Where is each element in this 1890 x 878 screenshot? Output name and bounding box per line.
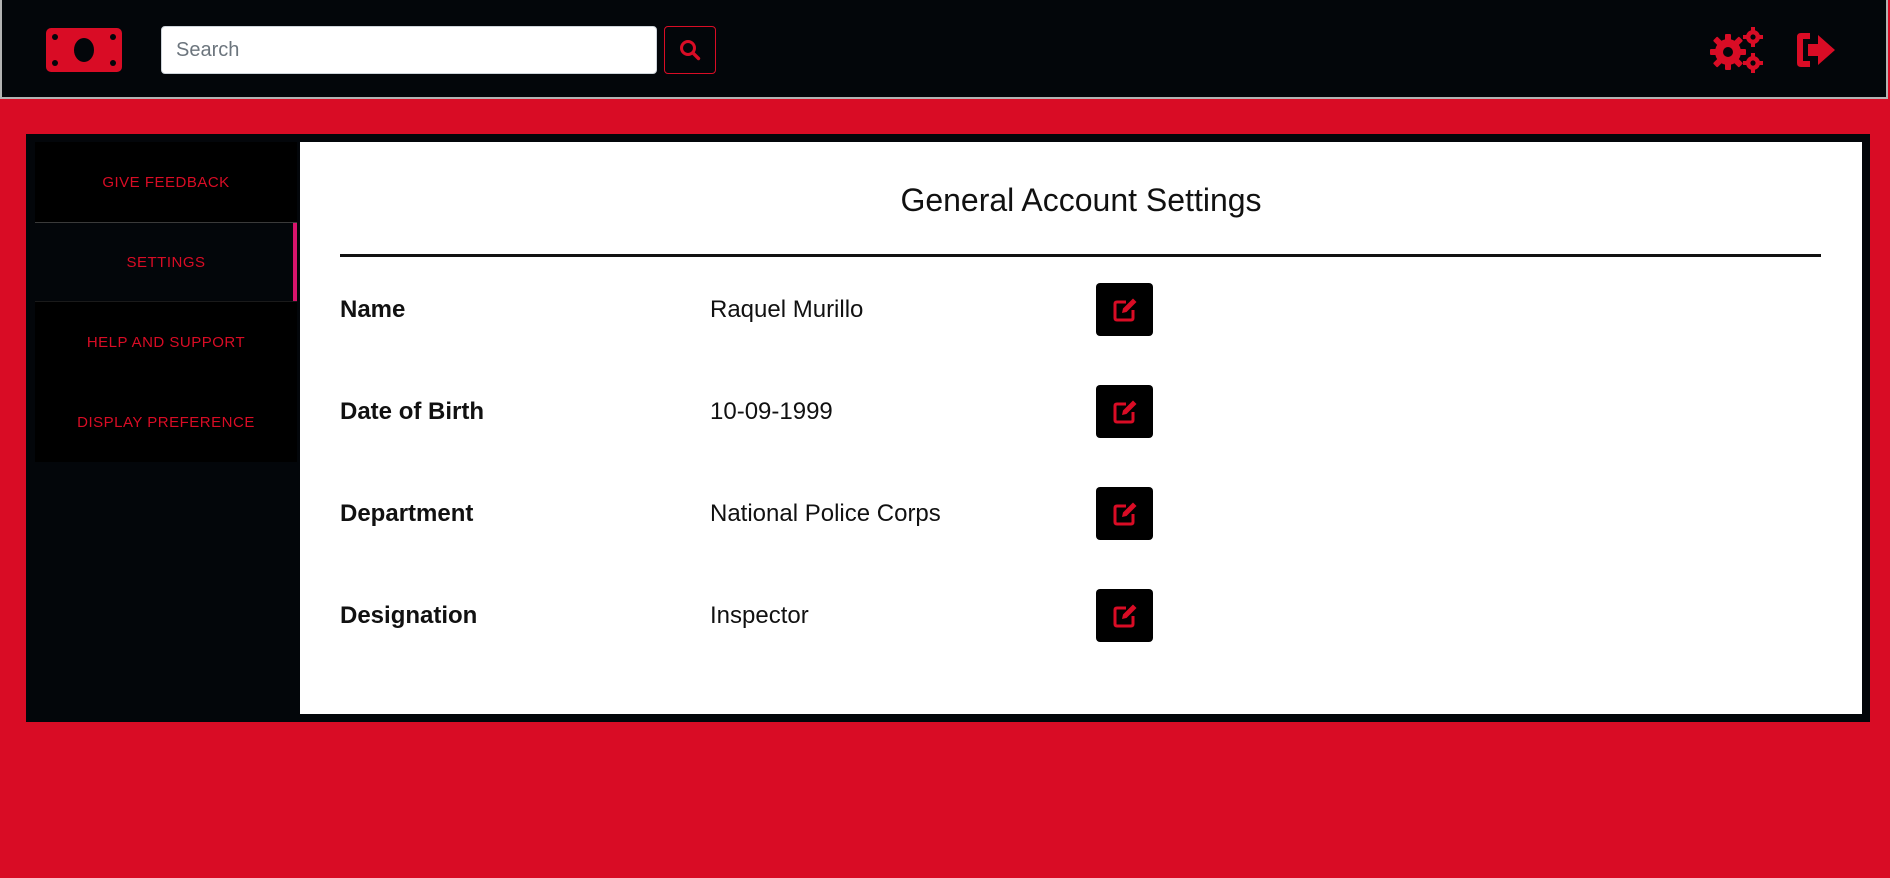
field-label: Name — [340, 296, 406, 323]
account-settings-content: General Account Settings Name Raquel Mur… — [300, 142, 1862, 714]
sign-out-icon[interactable] — [1794, 30, 1838, 70]
field-row-date-of-birth: Date of Birth 10-09-1999 — [300, 385, 1862, 439]
divider — [340, 254, 1821, 257]
money-bill-icon[interactable] — [46, 28, 122, 72]
edit-icon — [1113, 298, 1136, 321]
search-icon — [680, 40, 701, 61]
top-navbar — [0, 0, 1888, 99]
edit-icon — [1113, 400, 1136, 423]
field-row-name: Name Raquel Murillo — [300, 283, 1862, 337]
edit-department-button[interactable] — [1096, 487, 1153, 540]
edit-icon — [1113, 502, 1136, 525]
sidebar-item-help-and-support[interactable]: HELP AND SUPPORT — [35, 302, 297, 382]
sidebar-item-settings[interactable]: SETTINGS — [35, 222, 297, 302]
field-label: Date of Birth — [340, 398, 484, 425]
field-row-department: Department National Police Corps — [300, 487, 1862, 541]
settings-panel: GIVE FEEDBACK SETTINGS HELP AND SUPPORT … — [26, 134, 1870, 722]
sidebar: GIVE FEEDBACK SETTINGS HELP AND SUPPORT … — [35, 142, 297, 462]
field-label: Designation — [340, 602, 478, 629]
sidebar-item-give-feedback[interactable]: GIVE FEEDBACK — [35, 142, 297, 222]
gears-icon[interactable] — [1708, 26, 1764, 74]
search-button[interactable] — [664, 26, 716, 74]
field-value: 10-09-1999 — [710, 398, 833, 425]
field-row-designation: Designation Inspector — [300, 589, 1862, 643]
page-title: General Account Settings — [900, 182, 1262, 218]
edit-designation-button[interactable] — [1096, 589, 1153, 642]
search-input[interactable] — [161, 26, 657, 74]
field-value: Raquel Murillo — [710, 296, 864, 323]
field-value: Inspector — [710, 602, 809, 629]
field-value: National Police Corps — [710, 500, 941, 527]
edit-icon — [1113, 604, 1136, 627]
edit-name-button[interactable] — [1096, 283, 1153, 336]
sidebar-item-display-preference[interactable]: DISPLAY PREFERENCE — [35, 382, 297, 462]
field-label: Department — [340, 500, 474, 527]
edit-date-of-birth-button[interactable] — [1096, 385, 1153, 438]
